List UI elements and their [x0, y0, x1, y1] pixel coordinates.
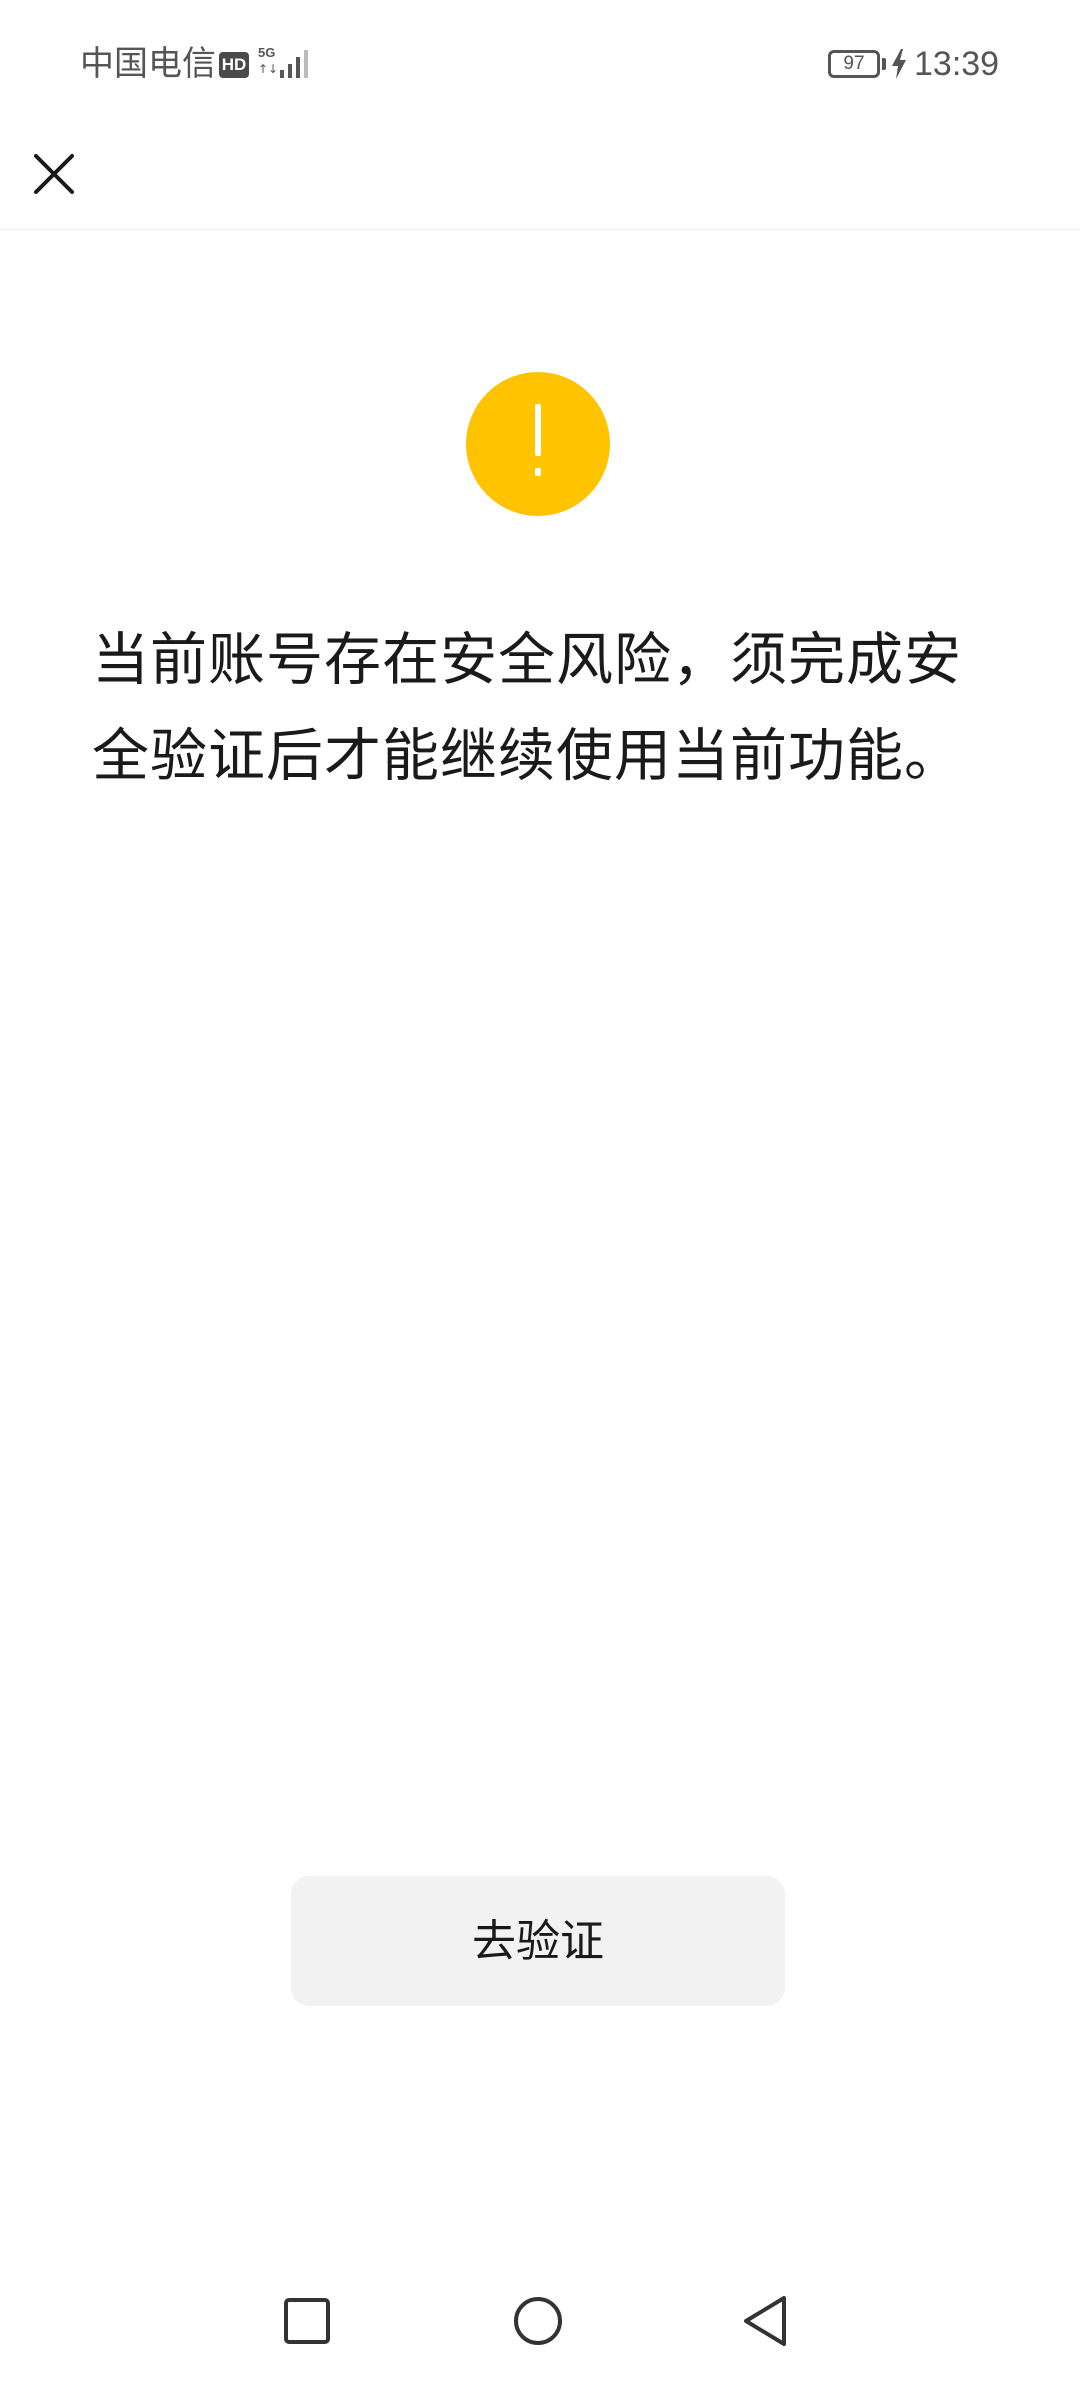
status-bar: 中国电信 HD 5G ↑↓ 97 13:39	[0, 0, 1080, 130]
carrier-name: 中国电信	[80, 44, 216, 84]
back-button[interactable]	[732, 2286, 802, 2356]
back-triangle-icon	[744, 2296, 786, 2346]
verify-button[interactable]: 去验证	[291, 1876, 785, 2006]
circle-icon	[514, 2297, 562, 2345]
system-nav-bar	[0, 2270, 1080, 2388]
close-button[interactable]	[24, 140, 84, 200]
data-activity-icon: ↑↓	[258, 62, 279, 76]
top-nav-bar	[0, 130, 1080, 230]
home-button[interactable]	[503, 2286, 573, 2356]
battery-icon: 97	[828, 50, 880, 78]
warning-icon	[466, 372, 610, 516]
security-risk-message: 当前账号存在安全风险，须完成安全验证后才能继续使用当前功能。	[92, 627, 962, 789]
exclamation-icon	[535, 404, 541, 476]
close-icon	[34, 154, 74, 194]
clock: 13:39	[914, 45, 1000, 83]
hd-icon: HD	[219, 52, 249, 78]
network-type-label: 5G	[258, 45, 276, 60]
recent-apps-button[interactable]	[272, 2286, 342, 2356]
square-icon	[284, 2298, 330, 2344]
charging-icon	[892, 49, 906, 79]
signal-icon	[280, 50, 308, 78]
battery-cap	[882, 58, 886, 70]
